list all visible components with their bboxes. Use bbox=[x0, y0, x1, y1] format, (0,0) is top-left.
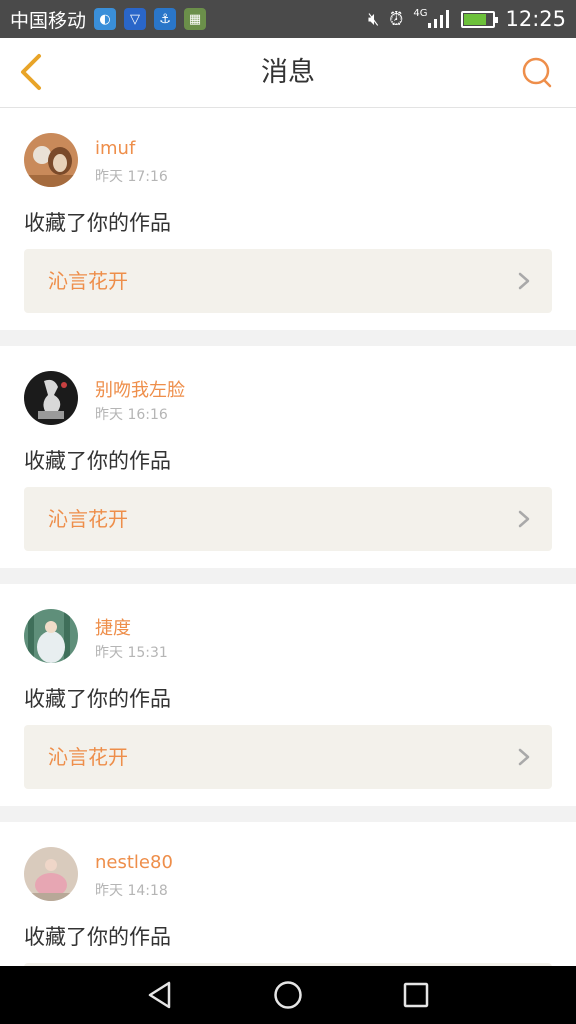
message-time: 昨天 16:16 bbox=[95, 407, 168, 423]
system-nav-bar bbox=[0, 966, 576, 1024]
recents-square-icon bbox=[403, 982, 429, 1008]
network-type-label: 4G bbox=[413, 7, 428, 19]
shield-icon: ▽ bbox=[124, 8, 147, 30]
carrier-label: 中国移动 bbox=[10, 9, 87, 32]
nav-home-button[interactable] bbox=[268, 975, 308, 1015]
work-title: 沁言花开 bbox=[48, 507, 128, 531]
page-title: 消息 bbox=[261, 57, 315, 88]
message-time: 昨天 15:31 bbox=[95, 645, 168, 661]
app-notification-icon: ◐ bbox=[94, 8, 117, 30]
clock-label: 12:25 bbox=[505, 7, 566, 31]
message-time: 昨天 14:18 bbox=[95, 883, 168, 899]
home-circle-icon bbox=[274, 981, 302, 1009]
message-action-text: 收藏了你的作品 bbox=[24, 449, 171, 473]
download-icon: ⚓ bbox=[154, 8, 177, 30]
nav-back-button[interactable] bbox=[140, 975, 180, 1015]
message-action-text: 收藏了你的作品 bbox=[24, 211, 171, 235]
avatar[interactable] bbox=[24, 133, 78, 187]
nav-recents-button[interactable] bbox=[396, 975, 436, 1015]
gallery-icon: ▦ bbox=[184, 8, 207, 30]
username-link[interactable]: nestle80 bbox=[95, 852, 173, 873]
work-link[interactable]: 沁言花开 bbox=[24, 249, 552, 313]
message-time: 昨天 17:16 bbox=[95, 169, 168, 185]
message-card: 别吻我左脸 昨天 16:16 收藏了你的作品 沁言花开 bbox=[0, 346, 576, 568]
battery-icon bbox=[461, 10, 499, 28]
chevron-right-icon bbox=[514, 509, 534, 529]
username-link[interactable]: 别吻我左脸 bbox=[95, 376, 185, 402]
chevron-right-icon bbox=[514, 271, 534, 291]
username-link[interactable]: 捷度 bbox=[95, 614, 131, 640]
chevron-right-icon bbox=[514, 747, 534, 767]
message-action-text: 收藏了你的作品 bbox=[24, 687, 171, 711]
message-card: imuf 昨天 17:16 收藏了你的作品 沁言花开 bbox=[0, 108, 576, 330]
avatar[interactable] bbox=[24, 847, 78, 901]
work-link[interactable]: 沁言花开 bbox=[24, 487, 552, 551]
search-icon bbox=[522, 57, 552, 88]
mute-icon: 🔇︎ bbox=[367, 8, 380, 30]
work-title: 沁言花开 bbox=[48, 745, 128, 769]
username-link[interactable]: imuf bbox=[95, 138, 135, 159]
message-list[interactable]: imuf 昨天 17:16 收藏了你的作品 沁言花开 别吻我左脸 昨天 16:1… bbox=[0, 108, 576, 966]
work-link[interactable]: 沁言花开 bbox=[24, 725, 552, 789]
message-card: nestle80 昨天 14:18 收藏了你的作品 bbox=[0, 822, 576, 966]
avatar[interactable] bbox=[24, 609, 78, 663]
back-triangle-icon bbox=[148, 981, 171, 1009]
avatar[interactable] bbox=[24, 371, 78, 425]
signal-icon: 4G bbox=[413, 7, 451, 29]
message-action-text: 收藏了你的作品 bbox=[24, 925, 171, 949]
work-title: 沁言花开 bbox=[48, 269, 128, 293]
search-button[interactable] bbox=[518, 54, 556, 92]
app-header: 消息 bbox=[0, 38, 576, 108]
status-bar: 中国移动 ◐ ▽ ⚓ ▦ 🔇︎ ⏰︎ 4G 12:25 bbox=[0, 0, 576, 38]
message-card: 捷度 昨天 15:31 收藏了你的作品 沁言花开 bbox=[0, 584, 576, 806]
alarm-icon: ⏰︎ bbox=[389, 8, 404, 30]
